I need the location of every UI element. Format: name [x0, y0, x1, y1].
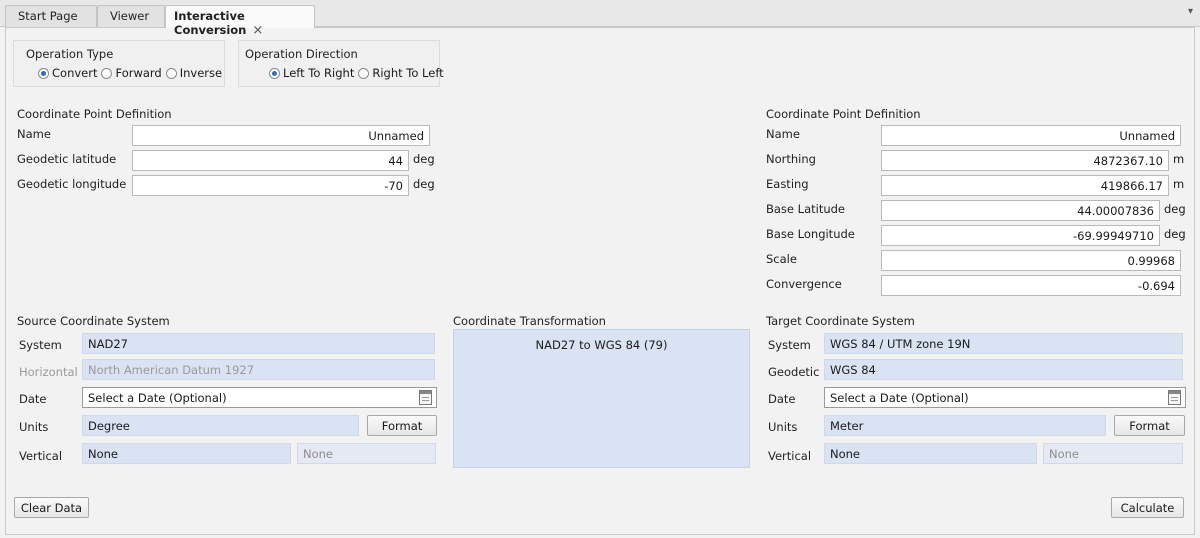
source-vertical-secondary-field[interactable]: None [297, 443, 436, 464]
transformation-list[interactable]: NAD27 to WGS 84 (79) [453, 329, 750, 468]
target-units-label: Units [768, 420, 798, 434]
tab-start-page[interactable]: Start Page [5, 5, 97, 27]
target-format-button[interactable]: Format [1114, 415, 1185, 436]
scale-output[interactable]: 0.99968 [881, 250, 1181, 271]
base-longitude-unit: deg [1164, 227, 1186, 241]
target-date-picker[interactable]: Select a Date (Optional) [824, 387, 1186, 408]
calendar-icon[interactable] [419, 390, 432, 405]
tab-menu-chevron-icon[interactable]: ▾ [1188, 6, 1193, 17]
base-latitude-label: Base Latitude [766, 202, 845, 216]
operation-type-title: Operation Type [26, 47, 114, 61]
base-latitude-unit: deg [1164, 202, 1186, 216]
base-latitude-output[interactable]: 44.00007836 [881, 200, 1160, 221]
tab-label: Viewer [110, 9, 150, 23]
geodetic-longitude-label: Geodetic longitude [17, 177, 127, 191]
base-longitude-output[interactable]: -69.99949710 [881, 225, 1160, 246]
target-vertical-field[interactable]: None [824, 443, 1037, 464]
calendar-icon[interactable] [1168, 390, 1181, 405]
clear-data-button[interactable]: Clear Data [14, 497, 89, 518]
target-system-field[interactable]: WGS 84 / UTM zone 19N [824, 333, 1183, 354]
target-name-input[interactable]: Unnamed [881, 125, 1181, 146]
source-name-input[interactable]: Unnamed [132, 125, 430, 146]
source-horizontal-field[interactable]: North American Datum 1927 [82, 359, 435, 380]
geodetic-longitude-input[interactable]: -70 [132, 175, 409, 196]
radio-icon [358, 67, 370, 79]
target-vertical-label: Vertical [768, 449, 812, 463]
date-placeholder: Select a Date (Optional) [88, 391, 227, 405]
geodetic-latitude-input[interactable]: 44 [132, 150, 409, 171]
base-longitude-label: Base Longitude [766, 227, 855, 241]
radio-right-to-left[interactable]: Right To Left [358, 66, 444, 80]
target-geodetic-label: Geodetic [768, 365, 820, 379]
tab-label: Start Page [18, 9, 78, 23]
source-date-label: Date [19, 392, 47, 406]
source-units-label: Units [19, 420, 49, 434]
easting-unit: m [1173, 177, 1185, 191]
source-date-picker[interactable]: Select a Date (Optional) [82, 387, 437, 408]
source-format-button[interactable]: Format [367, 415, 437, 436]
target-name-label: Name [766, 127, 800, 141]
radio-selected-icon [38, 67, 49, 79]
radio-left-to-right[interactable]: Left To Right [269, 66, 354, 80]
source-cs-title: Source Coordinate System [17, 314, 170, 328]
source-vertical-label: Vertical [19, 449, 63, 463]
operation-direction-options: Left To Right Right To Left [269, 66, 448, 80]
radio-selected-icon [269, 67, 280, 79]
easting-label: Easting [766, 177, 809, 191]
calculate-button[interactable]: Calculate [1111, 497, 1184, 518]
source-vertical-field[interactable]: None [82, 443, 291, 464]
source-units-field[interactable]: Degree [82, 415, 359, 436]
transformation-item[interactable]: NAD27 to WGS 84 (79) [536, 338, 668, 352]
source-system-field[interactable]: NAD27 [82, 333, 435, 354]
target-geodetic-field[interactable]: WGS 84 [824, 359, 1183, 380]
target-date-label: Date [768, 392, 796, 406]
radio-forward[interactable]: Forward [101, 66, 162, 80]
target-point-title: Coordinate Point Definition [766, 107, 921, 121]
latitude-unit: deg [413, 152, 435, 166]
target-units-field[interactable]: Meter [824, 415, 1106, 436]
radio-inverse[interactable]: Inverse [165, 66, 222, 80]
easting-output[interactable]: 419866.17 [881, 175, 1169, 196]
transformation-title: Coordinate Transformation [453, 314, 606, 328]
radio-icon [101, 67, 113, 79]
convergence-label: Convergence [766, 277, 842, 291]
source-point-title: Coordinate Point Definition [17, 107, 172, 121]
northing-unit: m [1173, 152, 1185, 166]
scale-label: Scale [766, 252, 797, 266]
target-cs-title: Target Coordinate System [766, 314, 915, 328]
tab-label: Interactive Conversion [174, 9, 247, 37]
northing-label: Northing [766, 152, 816, 166]
radio-convert[interactable]: Convert [38, 66, 97, 80]
operation-direction-title: Operation Direction [245, 47, 358, 61]
longitude-unit: deg [413, 177, 435, 191]
source-name-label: Name [17, 127, 51, 141]
source-system-label: System [19, 338, 62, 352]
source-horizontal-label: Horizontal [19, 365, 78, 379]
operation-type-options: Convert Forward Inverse [38, 66, 226, 80]
convergence-output[interactable]: -0.694 [881, 275, 1181, 296]
target-system-label: System [768, 338, 811, 352]
tab-interactive-conversion[interactable]: Interactive Conversion × [165, 5, 315, 38]
date-placeholder: Select a Date (Optional) [830, 391, 969, 405]
target-vertical-secondary-field[interactable]: None [1043, 443, 1183, 464]
close-icon[interactable]: × [252, 23, 263, 38]
northing-output[interactable]: 4872367.10 [881, 150, 1169, 171]
geodetic-latitude-label: Geodetic latitude [17, 152, 117, 166]
radio-icon [165, 67, 177, 79]
tab-viewer[interactable]: Viewer [97, 5, 165, 27]
